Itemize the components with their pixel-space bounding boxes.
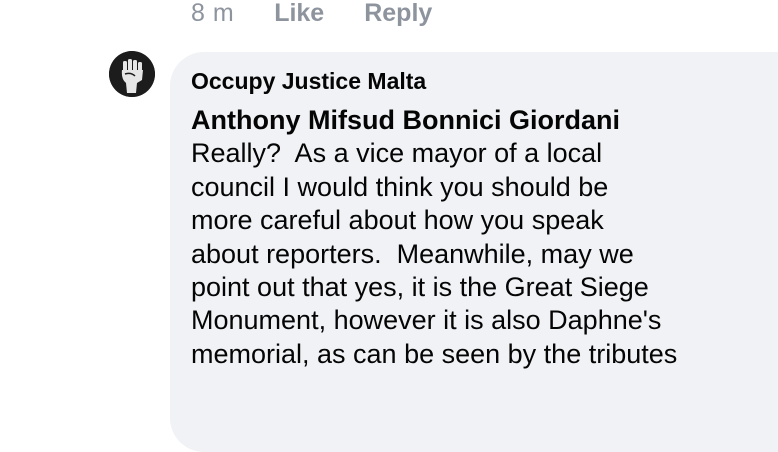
comment-timestamp: 8 m [191,0,235,27]
mention-tag[interactable]: Anthony Mifsud Bonnici Giordani [191,104,751,137]
reply-meta-row: 8 m Like Reply [191,0,432,26]
comment-line: Monument, however it is also Daphne's [191,305,662,336]
comment-line: council I would think you should be [191,171,609,202]
like-button[interactable]: Like [274,0,324,26]
reply-button[interactable]: Reply [364,0,432,26]
comment-line: Really? As a vice mayor of a local [191,138,603,169]
comment-line: memorial, as can be seen by the tributes [191,338,678,369]
comment-line: more careful about how you speak [191,205,604,236]
comment-line: about reporters. Meanwhile, may we [191,238,634,269]
comment-author-name[interactable]: Occupy Justice Malta [191,66,426,96]
comment-body: Anthony Mifsud Bonnici Giordani Really? … [191,104,751,371]
comment-line: point out that yes, it is the Great Sieg… [191,272,649,303]
raised-fist-icon [109,51,155,97]
avatar[interactable] [109,51,155,97]
